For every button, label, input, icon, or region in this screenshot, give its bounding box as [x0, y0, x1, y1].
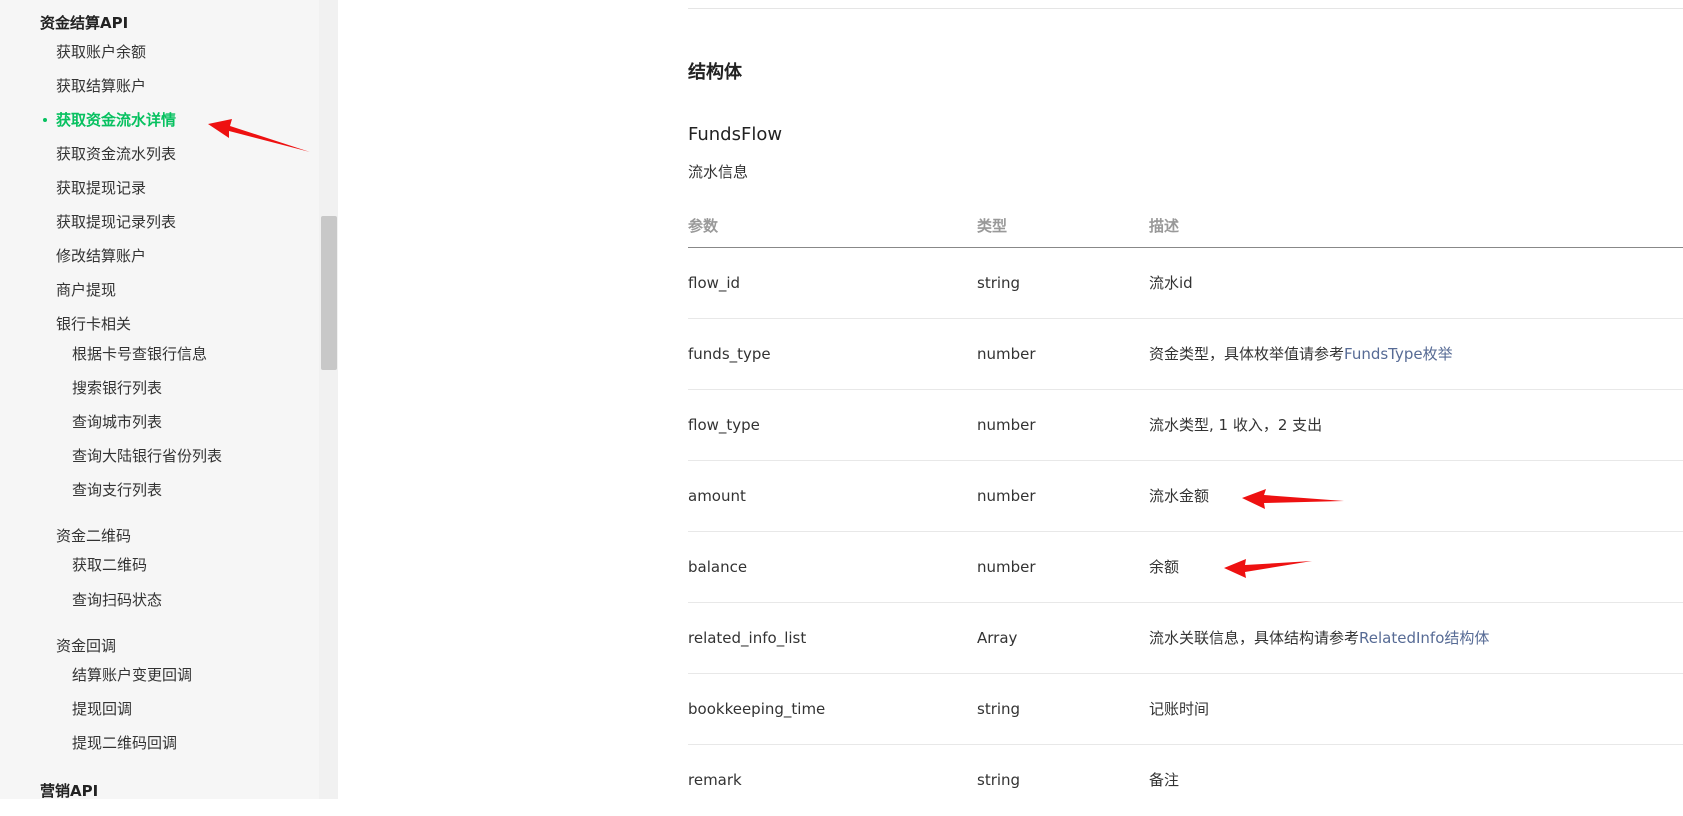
- nav-group-funds-settlement-api[interactable]: 资金结算API: [40, 12, 128, 33]
- cell-param: flow_id: [688, 274, 741, 292]
- cell-type: number: [977, 487, 1036, 505]
- table-row: balance number 余额: [688, 532, 1683, 603]
- cell-param: amount: [688, 487, 746, 505]
- nav-item-modify-settlement-account[interactable]: 修改结算账户: [56, 245, 146, 266]
- cell-param: flow_type: [688, 416, 760, 434]
- cell-desc: 记账时间: [1149, 700, 1210, 718]
- nav-item-merchant-withdraw[interactable]: 商户提现: [56, 279, 116, 300]
- nav-item-withdraw-callback[interactable]: 提现回调: [72, 698, 132, 719]
- struct-name: FundsFlow: [688, 124, 783, 145]
- table-row: flow_type number 流水类型, 1 收入，2 支出: [688, 390, 1683, 461]
- cell-desc: 流水类型, 1 收入，2 支出: [1149, 416, 1323, 434]
- top-divider: [688, 8, 1683, 9]
- cell-desc: 流水关联信息，具体结构请参考RelatedInfo结构体: [1149, 603, 1489, 674]
- nav-item-withdraw-qrcode-callback[interactable]: 提现二维码回调: [72, 732, 177, 753]
- sidebar-scrollbar-track[interactable]: [319, 0, 338, 799]
- cell-desc-text: 资金类型，具体枚举值请参考: [1149, 345, 1345, 363]
- cell-type: number: [977, 558, 1036, 576]
- table-row: bookkeeping_time string 记账时间: [688, 674, 1683, 745]
- nav-item-get-withdraw-record-list[interactable]: 获取提现记录列表: [56, 211, 176, 232]
- nav-item-get-qrcode[interactable]: 获取二维码: [72, 554, 147, 575]
- table-header-desc: 描述: [1149, 217, 1180, 235]
- doc-content: 结构体 FundsFlow 流水信息 参数 类型 描述 flow_id stri…: [338, 0, 1683, 799]
- nav-item-query-city-list[interactable]: 查询城市列表: [72, 411, 162, 432]
- sidebar-scrollbar-thumb[interactable]: [321, 216, 337, 370]
- cell-param: related_info_list: [688, 629, 807, 647]
- cell-type: string: [977, 274, 1021, 292]
- cell-desc-text: 流水关联信息，具体结构请参考: [1149, 629, 1360, 647]
- table-row: funds_type number 资金类型，具体枚举值请参考FundsType…: [688, 319, 1683, 390]
- nav-item-query-province-list[interactable]: 查询大陆银行省份列表: [72, 445, 222, 466]
- table-header-param: 参数: [688, 217, 719, 235]
- nav-item-get-account-balance[interactable]: 获取账户余额: [56, 41, 146, 62]
- cell-param: balance: [688, 558, 748, 576]
- nav-item-bank-card[interactable]: 银行卡相关: [56, 313, 131, 334]
- nav-item-settlement-account-change-callback[interactable]: 结算账户变更回调: [72, 664, 192, 685]
- cell-desc: 备注: [1149, 771, 1180, 789]
- nav-group-marketing-api[interactable]: 营销API: [40, 780, 98, 799]
- nav-item-search-bank-list[interactable]: 搜索银行列表: [72, 377, 162, 398]
- nav-item-get-withdraw-record[interactable]: 获取提现记录: [56, 177, 146, 198]
- nav-item-funds-callback[interactable]: 资金回调: [56, 635, 116, 656]
- nav-item-get-funds-flow-detail[interactable]: 获取资金流水详情: [56, 109, 176, 130]
- nav-item-query-branch-list[interactable]: 查询支行列表: [72, 479, 162, 500]
- nav-item-funds-qrcode[interactable]: 资金二维码: [56, 525, 131, 546]
- nav-item-get-settlement-account[interactable]: 获取结算账户: [56, 75, 146, 96]
- table-row: related_info_list Array 流水关联信息，具体结构请参考Re…: [688, 603, 1683, 674]
- cell-param: bookkeeping_time: [688, 700, 826, 718]
- section-title: 结构体: [688, 62, 742, 83]
- cell-type: number: [977, 345, 1036, 363]
- cell-param: funds_type: [688, 345, 771, 363]
- table-header-type: 类型: [977, 217, 1008, 235]
- cell-desc: 流水金额: [1149, 487, 1210, 505]
- funds-type-enum-link[interactable]: FundsType枚举: [1344, 345, 1453, 363]
- cell-desc: 资金类型，具体枚举值请参考FundsType枚举: [1149, 319, 1453, 390]
- struct-description: 流水信息: [688, 163, 749, 181]
- cell-type: Array: [977, 629, 1018, 647]
- cell-desc: 流水id: [1149, 274, 1193, 292]
- cell-param: remark: [688, 771, 742, 789]
- table-row: amount number 流水金额: [688, 461, 1683, 532]
- sidebar-nav: 资金结算API 获取账户余额 获取结算账户 获取资金流水详情 获取资金流水列表 …: [0, 0, 320, 799]
- nav-item-get-funds-flow-list[interactable]: 获取资金流水列表: [56, 143, 176, 164]
- table-row: remark string 备注: [688, 745, 1683, 816]
- cell-type: number: [977, 416, 1036, 434]
- cell-type: string: [977, 771, 1021, 789]
- nav-item-query-bank-by-card[interactable]: 根据卡号查银行信息: [72, 343, 207, 364]
- related-info-struct-link[interactable]: RelatedInfo结构体: [1359, 629, 1489, 647]
- nav-item-query-scan-status[interactable]: 查询扫码状态: [72, 589, 162, 610]
- active-indicator-dot: [43, 118, 47, 122]
- table-row: flow_id string 流水id: [688, 248, 1683, 319]
- cell-type: string: [977, 700, 1021, 718]
- cell-desc: 余额: [1149, 558, 1180, 576]
